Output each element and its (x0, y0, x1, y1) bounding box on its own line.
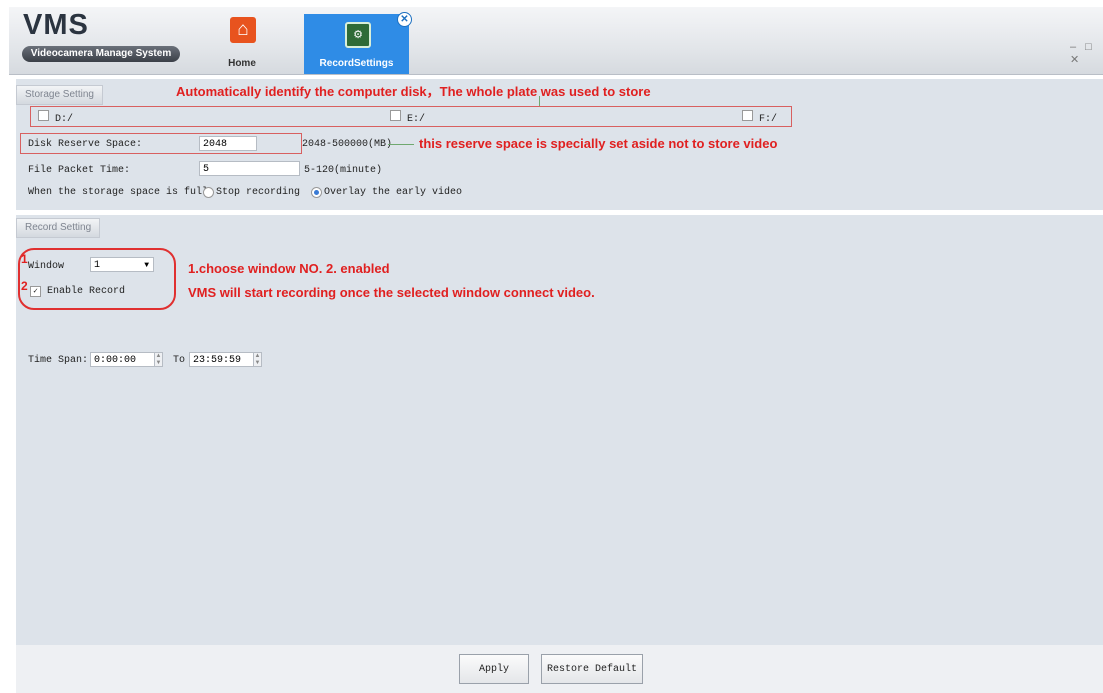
app-header: VMS Videocamera Manage System ⌂ Home ⚙ R… (9, 7, 1103, 75)
reserve-space-label: Disk Reserve Space: (28, 139, 143, 150)
record-setting-title: Record Setting (16, 218, 101, 238)
disk-e[interactable]: E:/ (390, 110, 425, 125)
packet-time-input[interactable]: 5 (199, 161, 300, 176)
action-bar: Apply Restore Default (16, 645, 1103, 693)
time-to-input[interactable]: 23:59:59 (189, 352, 259, 367)
time-to-label: To (173, 355, 186, 366)
disk-f-checkbox[interactable] (742, 110, 753, 121)
annotation-steps-1: 1.choose window NO. 2. enabled (188, 261, 390, 276)
annotation-marker-1: 1 (21, 252, 28, 266)
overlay-early-video-radio[interactable] (311, 187, 322, 198)
tab-record-settings-label: RecordSettings (319, 58, 394, 69)
apply-button[interactable]: Apply (459, 654, 529, 684)
stop-recording-label: Stop recording (216, 187, 301, 198)
restore-default-button[interactable]: Restore Default (541, 654, 643, 684)
enable-record-label: Enable Record (47, 286, 126, 297)
packet-time-label: File Packet Time: (28, 165, 131, 176)
annotation-connector (388, 144, 414, 145)
annotation-steps-2: VMS will start recording once the select… (188, 285, 595, 300)
time-from-input[interactable]: 0:00:00 (90, 352, 160, 367)
app-logo: VMS (23, 9, 89, 41)
enable-record[interactable]: ✓ Enable Record (30, 286, 125, 297)
storage-setting-panel: Storage Setting Automatically identify t… (16, 79, 1103, 210)
disk-d[interactable]: D:/ (38, 110, 73, 125)
window-select[interactable]: 1 ▼ (90, 257, 154, 272)
storage-full-label: When the storage space is full (28, 187, 209, 198)
app-subtitle: Videocamera Manage System (22, 46, 180, 62)
storage-setting-title: Storage Setting (16, 85, 103, 105)
record-setting-panel: Record Setting 1 Window 1 ▼ 2 ✓ Enable R… (16, 215, 1103, 645)
disk-d-checkbox[interactable] (38, 110, 49, 121)
window-select-value: 1 (94, 260, 101, 271)
tab-record-settings[interactable]: ⚙ RecordSettings ✕ (304, 12, 412, 74)
disk-d-label: D:/ (55, 114, 74, 125)
chevron-down-icon: ▼ (144, 261, 149, 270)
tab-home[interactable]: ⌂ Home (219, 15, 265, 73)
overlay-early-video-label: Overlay the early video (324, 187, 463, 198)
time-to-spinner[interactable]: ▲ ▼ (253, 352, 262, 367)
stop-recording-radio[interactable] (203, 187, 214, 198)
annotation-marker-2: 2 (21, 279, 28, 293)
packet-time-range: 5-120(minute) (304, 165, 383, 176)
disk-f-label: F:/ (759, 114, 778, 125)
annotation-disk-note: Automatically identify the computer disk… (176, 84, 651, 99)
window-controls[interactable]: – □ ✕ (1070, 41, 1103, 66)
disk-f[interactable]: F:/ (742, 110, 777, 125)
tab-home-label: Home (228, 58, 256, 69)
record-settings-icon: ⚙ (345, 22, 371, 48)
window-label: Window (28, 261, 65, 272)
disk-e-checkbox[interactable] (390, 110, 401, 121)
enable-record-checkbox[interactable]: ✓ (30, 286, 41, 297)
disk-e-label: E:/ (407, 114, 426, 125)
time-from-spinner[interactable]: ▲ ▼ (154, 352, 163, 367)
reserve-space-range: 2048-500000(MB) (302, 139, 393, 150)
close-icon[interactable]: ✕ (397, 12, 412, 27)
reserve-space-input[interactable]: 2048 (199, 136, 257, 151)
time-span-label: Time Span: (28, 355, 89, 366)
annotation-connector (539, 96, 540, 106)
home-icon: ⌂ (230, 17, 256, 43)
annotation-reserve-note: this reserve space is specially set asid… (419, 136, 778, 151)
